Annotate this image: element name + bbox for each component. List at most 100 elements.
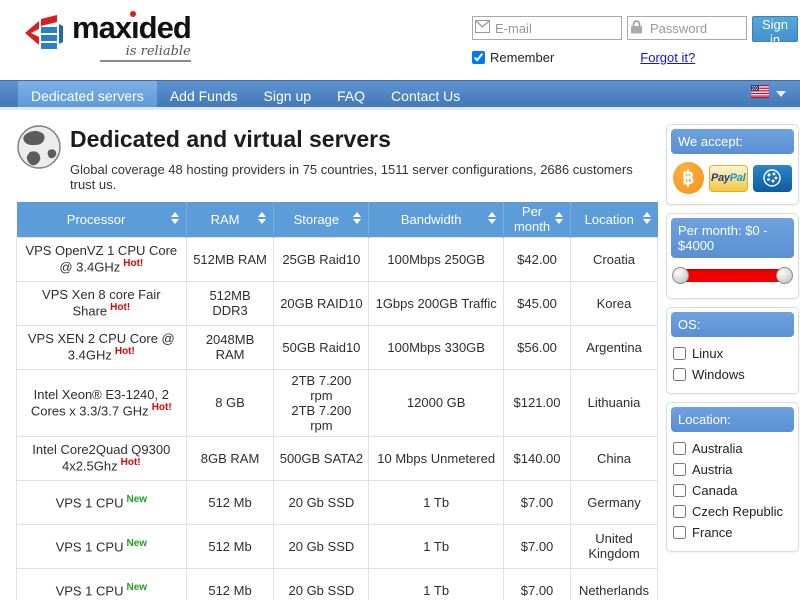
- logo-i-dot: [130, 11, 136, 17]
- location-options: AustraliaAustria Canada Czech Republic Fran…: [671, 432, 794, 547]
- logo[interactable]: maxıded is reliable: [24, 12, 191, 80]
- filter-option-label: Windows: [692, 367, 745, 382]
- processor-cell: VPS OpenVZ 1 CPU Core @ 3.4GHzHot!: [17, 237, 187, 281]
- checkbox-canada[interactable]: [673, 484, 686, 497]
- processor-cell: VPS 1 CPUNew: [17, 524, 187, 568]
- server-row[interactable]: VPS XEN 2 CPU Core @ 3.4GHzHot!2048MB RA…: [17, 325, 658, 369]
- server-row[interactable]: VPS OpenVZ 1 CPU Core @ 3.4GHzHot!512MB …: [17, 237, 658, 281]
- ram-cell: 8 GB: [186, 369, 274, 436]
- price-cell: $7.00: [504, 480, 571, 524]
- nav-item-dedicated-servers[interactable]: Dedicated servers: [18, 81, 157, 107]
- table-body: VPS OpenVZ 1 CPU Core @ 3.4GHzHot!512MB …: [17, 237, 658, 600]
- column-header-processor[interactable]: Processor: [17, 202, 187, 237]
- sign-in-button[interactable]: Sign in: [752, 16, 798, 42]
- sort-icon: [171, 212, 179, 224]
- server-row[interactable]: Intel Xeon® E3-1240, 2 Cores x 3.3/3.7 G…: [17, 369, 658, 436]
- nav-item-contact-us[interactable]: Contact Us: [378, 81, 473, 107]
- price-cell: $7.00: [504, 524, 571, 568]
- bandwidth-cell: 12000 GB: [369, 369, 504, 436]
- filter-option-czech-republic[interactable]: Czech Republic: [673, 501, 792, 522]
- filter-option-australia[interactable]: Australia: [673, 438, 792, 459]
- content: Dedicated and virtual servers Global cov…: [0, 110, 800, 600]
- os-filter-panel: OS: LinuxWindows: [666, 307, 799, 394]
- offer-badge: Hot!: [123, 258, 143, 269]
- column-label: Processor: [67, 212, 126, 227]
- slider-handle-max[interactable]: [776, 267, 793, 284]
- processor-cell: VPS 1 CPUNew: [17, 568, 187, 600]
- language-selector[interactable]: [751, 81, 786, 107]
- ram-cell: 8GB RAM: [186, 436, 274, 480]
- location-filter-title: Location:: [671, 407, 794, 432]
- us-flag-icon: [751, 85, 769, 103]
- price-filter-panel: Per month: $0 - $4000: [666, 213, 799, 299]
- remember-checkbox[interactable]: [472, 51, 485, 64]
- column-header-per-month[interactable]: Per month: [504, 202, 571, 237]
- slider-handle-min[interactable]: [672, 267, 689, 284]
- location-cell: Croatia: [571, 237, 658, 281]
- processor-cell: Intel Xeon® E3-1240, 2 Cores x 3.3/3.7 G…: [17, 369, 187, 436]
- logo-wordmark: maxıded: [72, 10, 191, 45]
- price-cell: $45.00: [504, 281, 571, 325]
- ram-cell: 512 Mb: [186, 524, 274, 568]
- slider-track: [678, 269, 787, 282]
- table-header-row: Processor RAM Storage Bandwidth Per monthLoc…: [17, 202, 658, 237]
- nav-item-add-funds[interactable]: Add Funds: [157, 81, 251, 107]
- password-field[interactable]: [627, 16, 747, 40]
- main-column: Dedicated and virtual servers Global cov…: [16, 124, 658, 600]
- offer-badge: Hot!: [110, 302, 130, 313]
- column-label: Storage: [294, 212, 340, 227]
- remember-label: Remember: [490, 50, 554, 65]
- filter-option-label: Czech Republic: [692, 504, 783, 519]
- bandwidth-cell: 100Mbps 250GB: [369, 237, 504, 281]
- price-cell: $121.00: [504, 369, 571, 436]
- filter-option-windows[interactable]: Windows: [673, 364, 792, 385]
- server-row[interactable]: VPS 1 CPUNew512 Mb20 Gb SSD1 Tb$7.00Unit…: [17, 524, 658, 568]
- checkbox-australia[interactable]: [673, 442, 686, 455]
- location-filter-panel: Location: AustraliaAustria Canada Czech Re…: [666, 402, 799, 552]
- column-header-storage[interactable]: Storage: [274, 202, 369, 237]
- sort-icon: [488, 212, 496, 224]
- storage-cell: 20 Gb SSD: [274, 568, 369, 600]
- server-row[interactable]: VPS 1 CPUNew512 Mb20 Gb SSD1 Tb$7.00Germ…: [17, 480, 658, 524]
- server-row[interactable]: Intel Core2Quad Q9300 4x2.5GhzHot!8GB RA…: [17, 436, 658, 480]
- location-cell: Germany: [571, 480, 658, 524]
- filter-option-label: Canada: [692, 483, 738, 498]
- price-filter-title: Per month: $0 - $4000: [671, 218, 794, 258]
- bandwidth-cell: 1 Tb: [369, 480, 504, 524]
- column-header-location[interactable]: Location: [571, 202, 658, 237]
- page-title: Dedicated and virtual servers: [70, 126, 658, 153]
- ram-cell: 512MB DDR3: [186, 281, 274, 325]
- checkbox-czech-republic[interactable]: [673, 505, 686, 518]
- email-field[interactable]: [472, 16, 622, 40]
- filter-option-canada[interactable]: Canada: [673, 480, 792, 501]
- column-label: Bandwidth: [401, 212, 462, 227]
- server-row[interactable]: VPS Xen 8 core Fair ShareHot!512MB DDR32…: [17, 281, 658, 325]
- price-cell: $42.00: [504, 237, 571, 281]
- filter-option-austria[interactable]: Austria: [673, 459, 792, 480]
- storage-cell: 50GB Raid10: [274, 325, 369, 369]
- location-cell: Argentina: [571, 325, 658, 369]
- filter-option-linux[interactable]: Linux: [673, 343, 792, 364]
- nav-item-sign-up[interactable]: Sign up: [251, 81, 324, 107]
- checkbox-linux[interactable]: [673, 347, 686, 360]
- offer-badge: New: [126, 582, 147, 593]
- checkbox-austria[interactable]: [673, 463, 686, 476]
- column-label: RAM: [211, 212, 240, 227]
- forgot-password-link[interactable]: Forgot it?: [640, 50, 695, 65]
- webmoney-icon: [753, 165, 792, 192]
- bitcoin-icon: ฿: [673, 162, 704, 194]
- paypal-icon: PayPal: [709, 165, 748, 192]
- logo-cube-icon: [24, 12, 64, 59]
- location-cell: Lithuania: [571, 369, 658, 436]
- checkbox-france[interactable]: [673, 526, 686, 539]
- column-header-bandwidth[interactable]: Bandwidth: [369, 202, 504, 237]
- column-header-ram[interactable]: RAM: [186, 202, 274, 237]
- filter-option-france[interactable]: France: [673, 522, 792, 543]
- checkbox-windows[interactable]: [673, 368, 686, 381]
- processor-cell: VPS Xen 8 core Fair ShareHot!: [17, 281, 187, 325]
- nav-item-faq[interactable]: FAQ: [324, 81, 378, 107]
- globe-icon: [16, 124, 62, 192]
- server-row[interactable]: VPS 1 CPUNew512 Mb20 Gb SSD1 Tb$7.00Neth…: [17, 568, 658, 600]
- price-range-slider[interactable]: [674, 267, 791, 284]
- sort-icon: [643, 212, 651, 224]
